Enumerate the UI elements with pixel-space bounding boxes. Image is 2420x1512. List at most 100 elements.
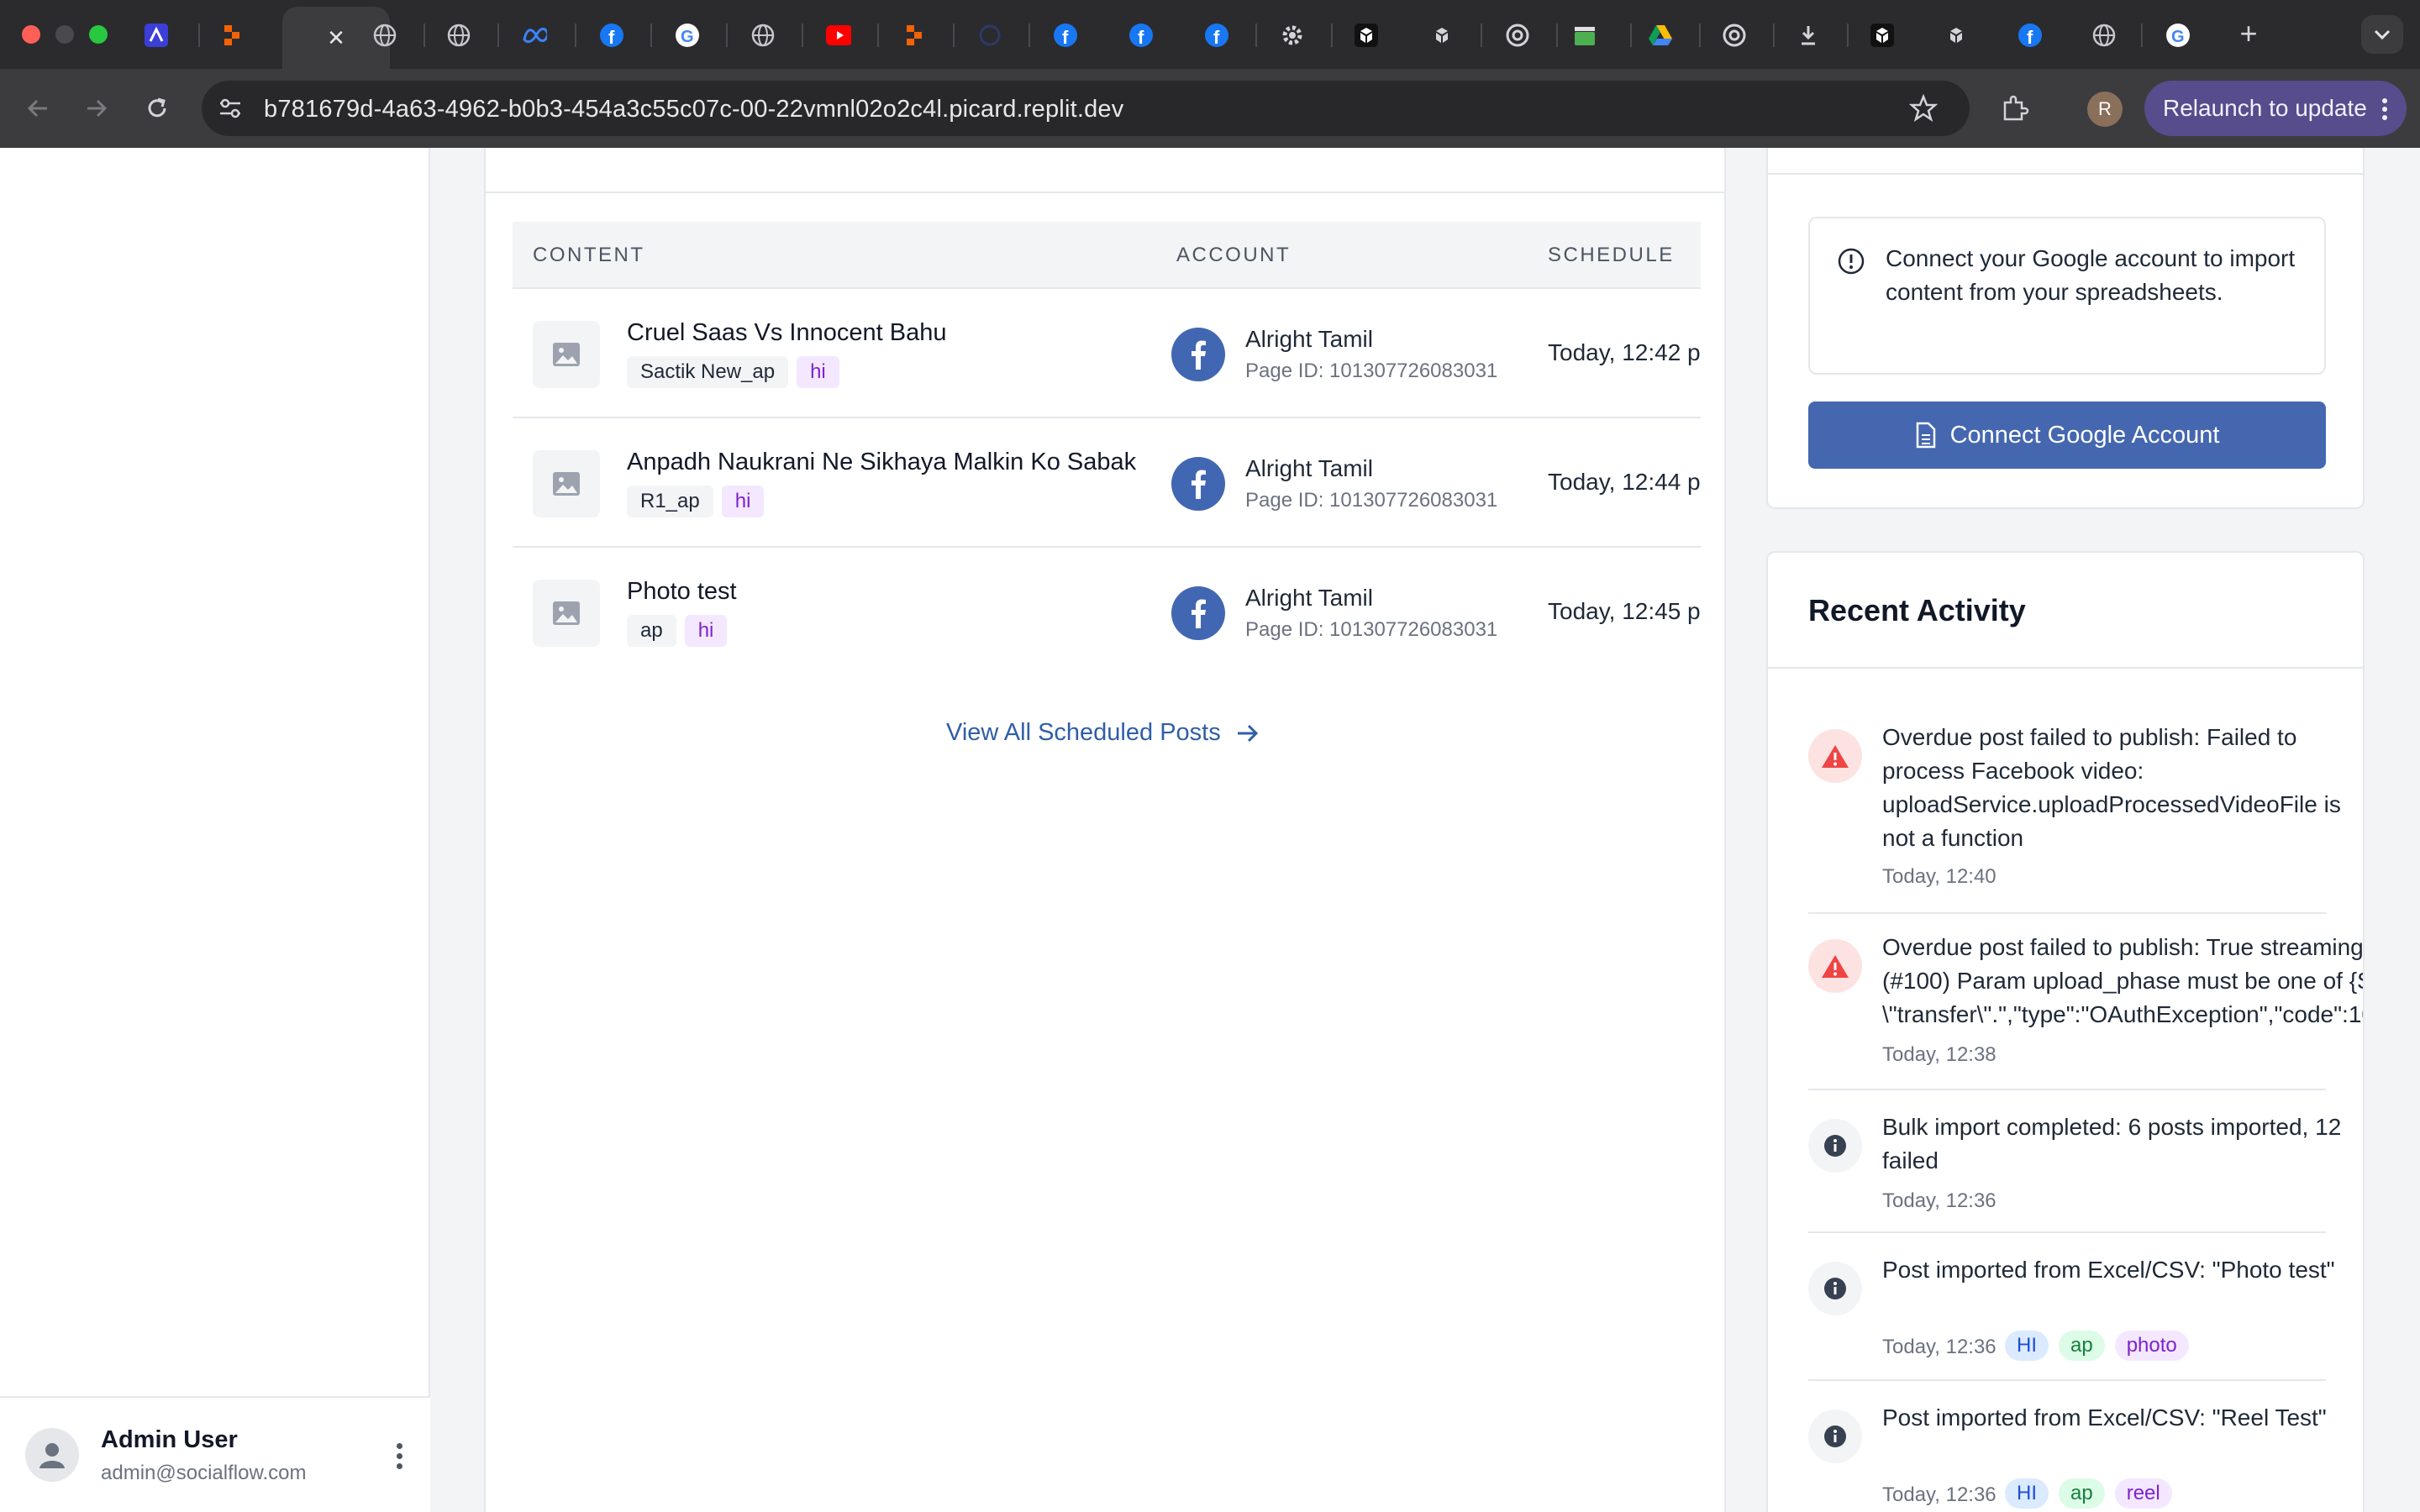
reload-button[interactable] (136, 87, 178, 129)
post-title[interactable]: Cruel Saas Vs Innocent Bahu (627, 319, 946, 347)
account-page-id: Page ID: 101307726083031 (1245, 489, 1498, 512)
table-row[interactable]: Cruel Saas Vs Innocent Bahu Sactik New_a… (513, 289, 1701, 418)
view-all-scheduled-posts-link[interactable]: View All Scheduled Posts (946, 719, 1260, 747)
browser-tab[interactable]: G (654, 13, 721, 57)
tag: ap (2059, 1478, 2105, 1509)
google-connect-notice: Connect your Google account to import co… (1808, 217, 2326, 375)
account-name: Alright Tamil (1245, 455, 1373, 481)
user-avatar[interactable] (25, 1428, 79, 1482)
google-connect-message: Connect your Google account to import co… (1886, 245, 2296, 305)
browser-tab[interactable] (198, 13, 266, 57)
tag: reel (2114, 1478, 2172, 1509)
tag: R1_ap (627, 486, 713, 517)
youtube-icon (826, 23, 851, 48)
browser-tab[interactable] (881, 13, 948, 57)
url-text[interactable]: b781679d-4a63-4962-b0b3-454a3c55c07c-00-… (264, 96, 1123, 123)
image-icon (553, 472, 580, 496)
post-tags: R1_ap hi (627, 486, 765, 517)
relaunch-label: Relaunch to update (2163, 95, 2367, 121)
new-tab-button[interactable]: + (2232, 16, 2265, 50)
browser-tab[interactable] (1484, 13, 1551, 57)
forward-button[interactable] (76, 87, 118, 129)
table-header: CONTENT ACCOUNT SCHEDULE (513, 222, 1701, 289)
address-bar[interactable]: b781679d-4a63-4962-b0b3-454a3c55c07c-00-… (202, 81, 1970, 136)
maximize-window-button[interactable] (89, 25, 108, 44)
browser-tab[interactable] (1333, 13, 1400, 57)
relaunch-to-update-button[interactable]: Relaunch to update (2144, 81, 2407, 136)
user-icon (39, 1443, 65, 1468)
facebook-icon (1171, 586, 1225, 640)
arrow-right-icon (87, 99, 108, 118)
reload-icon (148, 97, 166, 118)
scheduled-posts-card: CONTENT ACCOUNT SCHEDULE Cruel Saas Vs I… (484, 148, 1726, 1512)
browser-tab[interactable]: f (578, 13, 645, 57)
extensions-icon[interactable] (2000, 94, 2030, 124)
image-icon (553, 343, 580, 366)
activity-message: Overdue post failed to publish: Failed t… (1882, 724, 2341, 851)
post-tags: ap hi (627, 615, 728, 647)
browser-tab[interactable] (425, 13, 492, 57)
site-settings-icon[interactable] (217, 95, 244, 122)
browser-tab[interactable] (1923, 13, 1990, 57)
browser-tab[interactable] (805, 13, 872, 57)
user-menu-button[interactable] (387, 1435, 412, 1477)
connect-google-label: Connect Google Account (1949, 421, 2220, 449)
browser-tab[interactable]: G (2144, 13, 2212, 57)
info-icon (1808, 1119, 1862, 1173)
svg-text:f: f (608, 27, 615, 48)
tab-search-button[interactable] (2361, 15, 2403, 54)
view-all-label: View All Scheduled Posts (946, 719, 1221, 746)
table-row[interactable]: Photo test ap hi Alright Tamil Page ID: … (513, 548, 1701, 677)
account-name: Alright Tamil (1245, 585, 1373, 611)
post-title[interactable]: Anpadh Naukrani Ne Sikhaya Malkin Ko Sab… (627, 449, 1136, 476)
activity-message-line: \"transfer\".","type":"OAuthException","… (1882, 1001, 2365, 1027)
facebook-icon: f (599, 23, 624, 48)
sidebar (0, 148, 430, 1512)
browser-tab[interactable] (1408, 13, 1476, 57)
browser-tab[interactable] (501, 13, 568, 57)
svg-text:G: G (2171, 28, 2185, 46)
post-title[interactable]: Photo test (627, 578, 737, 606)
connect-google-account-button[interactable]: Connect Google Account (1808, 402, 2326, 469)
browser-tab[interactable]: f (1032, 13, 1099, 57)
browser-tab[interactable] (123, 13, 190, 57)
clapperboard-icon (1572, 23, 1597, 48)
user-email: admin@socialflow.com (101, 1462, 307, 1484)
browser-tab[interactable] (956, 13, 1023, 57)
svg-text:f: f (1062, 27, 1069, 48)
close-window-button[interactable] (22, 25, 40, 44)
browser-tab[interactable]: f (1183, 13, 1250, 57)
schedule-time: Today, 12:42 p (1548, 339, 1701, 365)
activity-time: Today, 12:36 (1882, 1483, 1996, 1506)
browser-tab[interactable] (1849, 13, 1916, 57)
browser-tab[interactable] (1627, 13, 1694, 57)
profile-avatar[interactable]: R (2087, 92, 2123, 127)
card-divider (1768, 667, 2363, 669)
download-icon (1796, 23, 1821, 48)
close-tab-icon[interactable]: ✕ (327, 25, 345, 51)
browser-tab[interactable] (1701, 13, 1768, 57)
sidebar-user-panel: Admin User admin@socialflow.com (0, 1396, 430, 1512)
facebook-icon: f (2018, 23, 2043, 48)
browser-tab[interactable] (2070, 13, 2138, 57)
column-header-content: CONTENT (533, 244, 645, 266)
browser-tab[interactable] (1259, 13, 1326, 57)
svg-text:f: f (1213, 27, 1220, 48)
browser-tab[interactable] (729, 13, 797, 57)
bookmark-star-icon[interactable] (1909, 94, 1938, 123)
post-thumbnail (533, 321, 600, 388)
browser-tab[interactable]: f (1107, 13, 1175, 57)
activity-time: Today, 12:36 (1882, 1189, 1996, 1212)
table-row[interactable]: Anpadh Naukrani Ne Sikhaya Malkin Ko Sab… (513, 418, 1701, 548)
cube-icon (1870, 23, 1895, 48)
meta-icon (522, 23, 547, 48)
back-button[interactable] (17, 87, 59, 129)
browser-tab[interactable] (1775, 13, 1842, 57)
browser-tab[interactable] (1551, 13, 1618, 57)
image-icon (553, 601, 580, 625)
globe-icon (446, 23, 471, 48)
browser-toolbar: b781679d-4a63-4962-b0b3-454a3c55c07c-00-… (0, 69, 2420, 148)
browser-tab[interactable] (351, 13, 418, 57)
minimize-window-button[interactable] (55, 25, 74, 44)
browser-tab[interactable]: f (1996, 13, 2064, 57)
